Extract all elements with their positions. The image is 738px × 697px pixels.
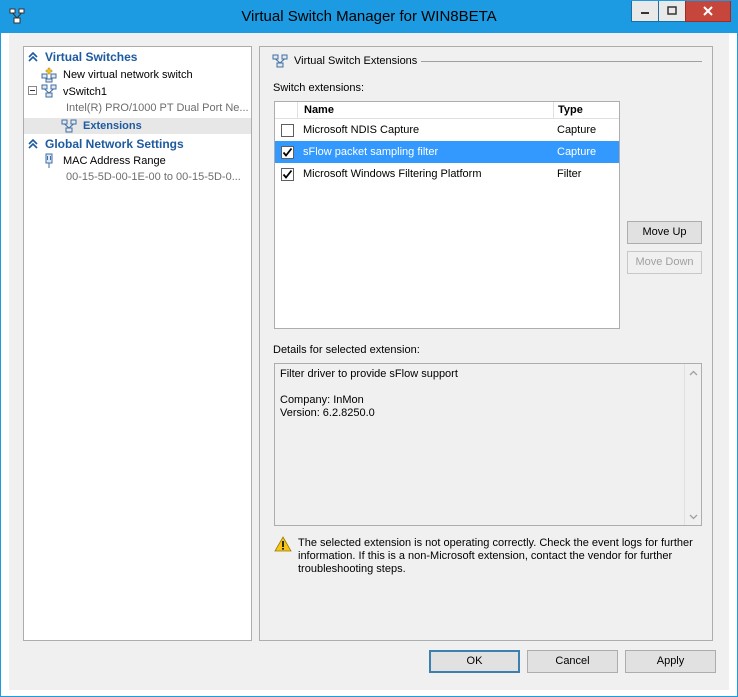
collapse-chevron-icon [28,51,38,62]
mac-address-range-item[interactable]: MAC Address Range [63,155,166,167]
maximize-icon [667,6,677,15]
collapse-box-icon[interactable] [28,86,37,95]
scroll-down-button[interactable] [685,508,701,525]
vswitch1-item[interactable]: vSwitch1 [63,86,107,98]
virtual-switches-header[interactable]: Virtual Switches [24,50,251,65]
vswitch1-adapter: Intel(R) PRO/1000 PT Dual Port Ne... [66,102,249,114]
group-title: Virtual Switch Extensions [294,55,418,67]
virtual-switch-icon [41,84,57,98]
new-virtual-switch-item[interactable]: New virtual network switch [63,69,193,81]
maximize-button[interactable] [658,1,686,22]
extensions-group-icon [272,54,288,68]
warning-icon [274,536,292,552]
move-down-button[interactable]: Move Down [627,251,702,274]
new-switch-icon [41,67,57,83]
checkmark-icon [282,147,293,157]
extension-name: Microsoft Windows Filtering Platform [303,168,482,180]
details-textbox[interactable]: Filter driver to provide sFlow support C… [274,363,702,526]
mac-address-range-value: 00-15-5D-00-1E-00 to 00-15-5D-0... [66,171,241,183]
close-icon [703,6,713,16]
virtual-switches-label: Virtual Switches [45,50,138,64]
column-header-name[interactable]: Name [304,104,334,116]
chevron-down-icon [689,514,697,519]
extensions-icon [61,119,77,133]
collapse-chevron-icon [28,138,38,149]
switch-extensions-list[interactable]: Name Type Microsoft NDIS Capture Capture [274,101,620,329]
extension-type: Filter [557,168,582,180]
column-header-type[interactable]: Type [558,104,583,116]
details-text: Filter driver to provide sFlow support C… [280,368,458,419]
cancel-button[interactable]: Cancel [527,650,618,673]
minimize-icon [641,12,649,14]
extension-name: sFlow packet sampling filter [303,146,439,158]
column-separator[interactable] [297,102,298,119]
dialog-body: Virtual Switches New virtual network swi… [9,33,729,690]
extension-checkbox[interactable] [281,146,294,159]
group-divider [421,61,702,62]
move-up-button[interactable]: Move Up [627,221,702,244]
global-network-settings-label: Global Network Settings [45,137,184,151]
navigation-tree[interactable]: Virtual Switches New virtual network swi… [23,46,252,641]
extensions-item[interactable]: Extensions [83,120,142,132]
global-network-settings-header[interactable]: Global Network Settings [24,137,251,152]
list-item[interactable]: Microsoft Windows Filtering Platform Fil… [275,163,619,185]
window-title: Virtual Switch Manager for WIN8BETA [241,8,497,25]
checkmark-icon [282,169,293,179]
details-scrollbar[interactable] [684,364,701,525]
scroll-up-button[interactable] [685,364,701,381]
warning-message: The selected extension is not operating … [298,537,693,575]
details-label: Details for selected extension: [273,344,420,356]
virtual-switch-manager-window: Virtual Switch Manager for WIN8BETA Virt… [0,0,738,697]
chevron-up-icon [689,370,697,375]
extension-checkbox[interactable] [281,168,294,181]
minimize-button[interactable] [631,1,659,22]
close-button[interactable] [685,1,731,22]
extension-name: Microsoft NDIS Capture [303,124,420,136]
list-item[interactable]: Microsoft NDIS Capture Capture [275,119,619,141]
title-bar[interactable]: Virtual Switch Manager for WIN8BETA [1,1,737,33]
extension-type: Capture [557,124,597,136]
column-separator[interactable] [553,102,554,119]
switch-extensions-label: Switch extensions: [273,82,365,94]
extension-type: Capture [557,146,597,158]
ok-button[interactable]: OK [429,650,520,673]
mac-address-icon [45,153,53,168]
extension-checkbox[interactable] [281,124,294,137]
list-item[interactable]: sFlow packet sampling filter Capture [275,141,619,163]
details-pane: Virtual Switch Extensions Switch extensi… [259,46,713,641]
list-header: Name Type [275,102,619,119]
apply-button[interactable]: Apply [625,650,716,673]
